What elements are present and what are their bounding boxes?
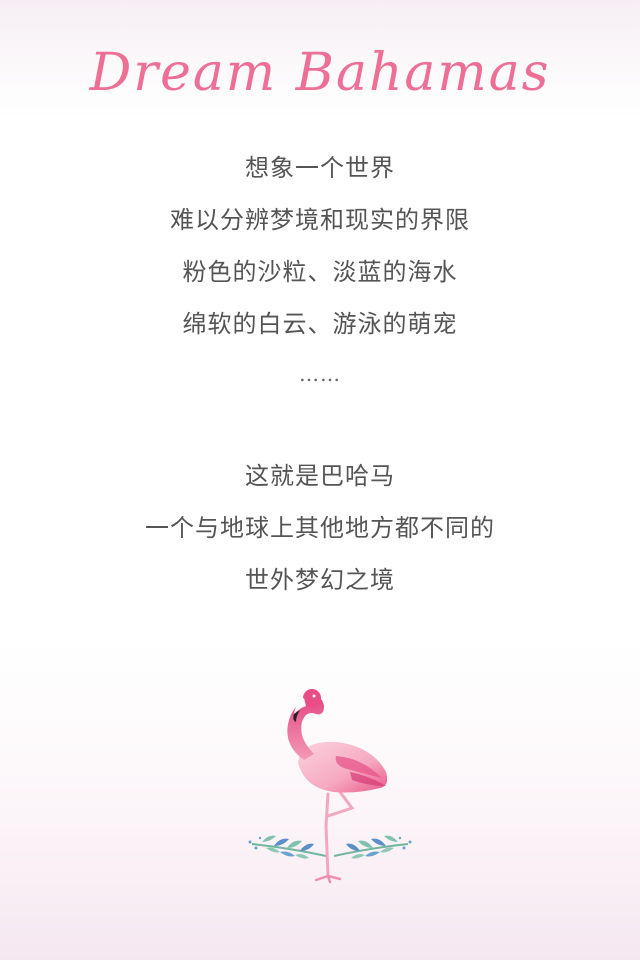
poem-line: 难以分辨梦境和现实的界限: [170, 206, 470, 234]
poem-line: 粉色的沙粒、淡蓝的海水: [182, 258, 458, 286]
leaf-branch-right: [333, 835, 412, 859]
poem-line: 绵软的白云、游泳的萌宠: [182, 310, 458, 338]
flamingo-illustration: [248, 689, 412, 884]
poem-stanza-2: 这就是巴哈马 一个与地球上其他地方都不同的 世外梦幻之境: [0, 450, 640, 606]
page: Dream Bahamas 想象一个世界 难以分辨梦境和现实的界限 粉色的沙粒、…: [0, 0, 640, 960]
poem-line: 想象一个世界: [245, 154, 395, 182]
poem-line: 这就是巴哈马: [245, 462, 395, 490]
poem-line: 一个与地球上其他地方都不同的: [145, 514, 495, 542]
leaf-branch-left: [248, 835, 327, 859]
page-title: Dream Bahamas: [89, 43, 551, 103]
poem-ellipsis: ……: [299, 362, 341, 386]
poem-line: 世外梦幻之境: [245, 566, 395, 594]
poem-stanza-1: 想象一个世界 难以分辨梦境和现实的界限 粉色的沙粒、淡蓝的海水 绵软的白云、游泳…: [0, 142, 640, 350]
